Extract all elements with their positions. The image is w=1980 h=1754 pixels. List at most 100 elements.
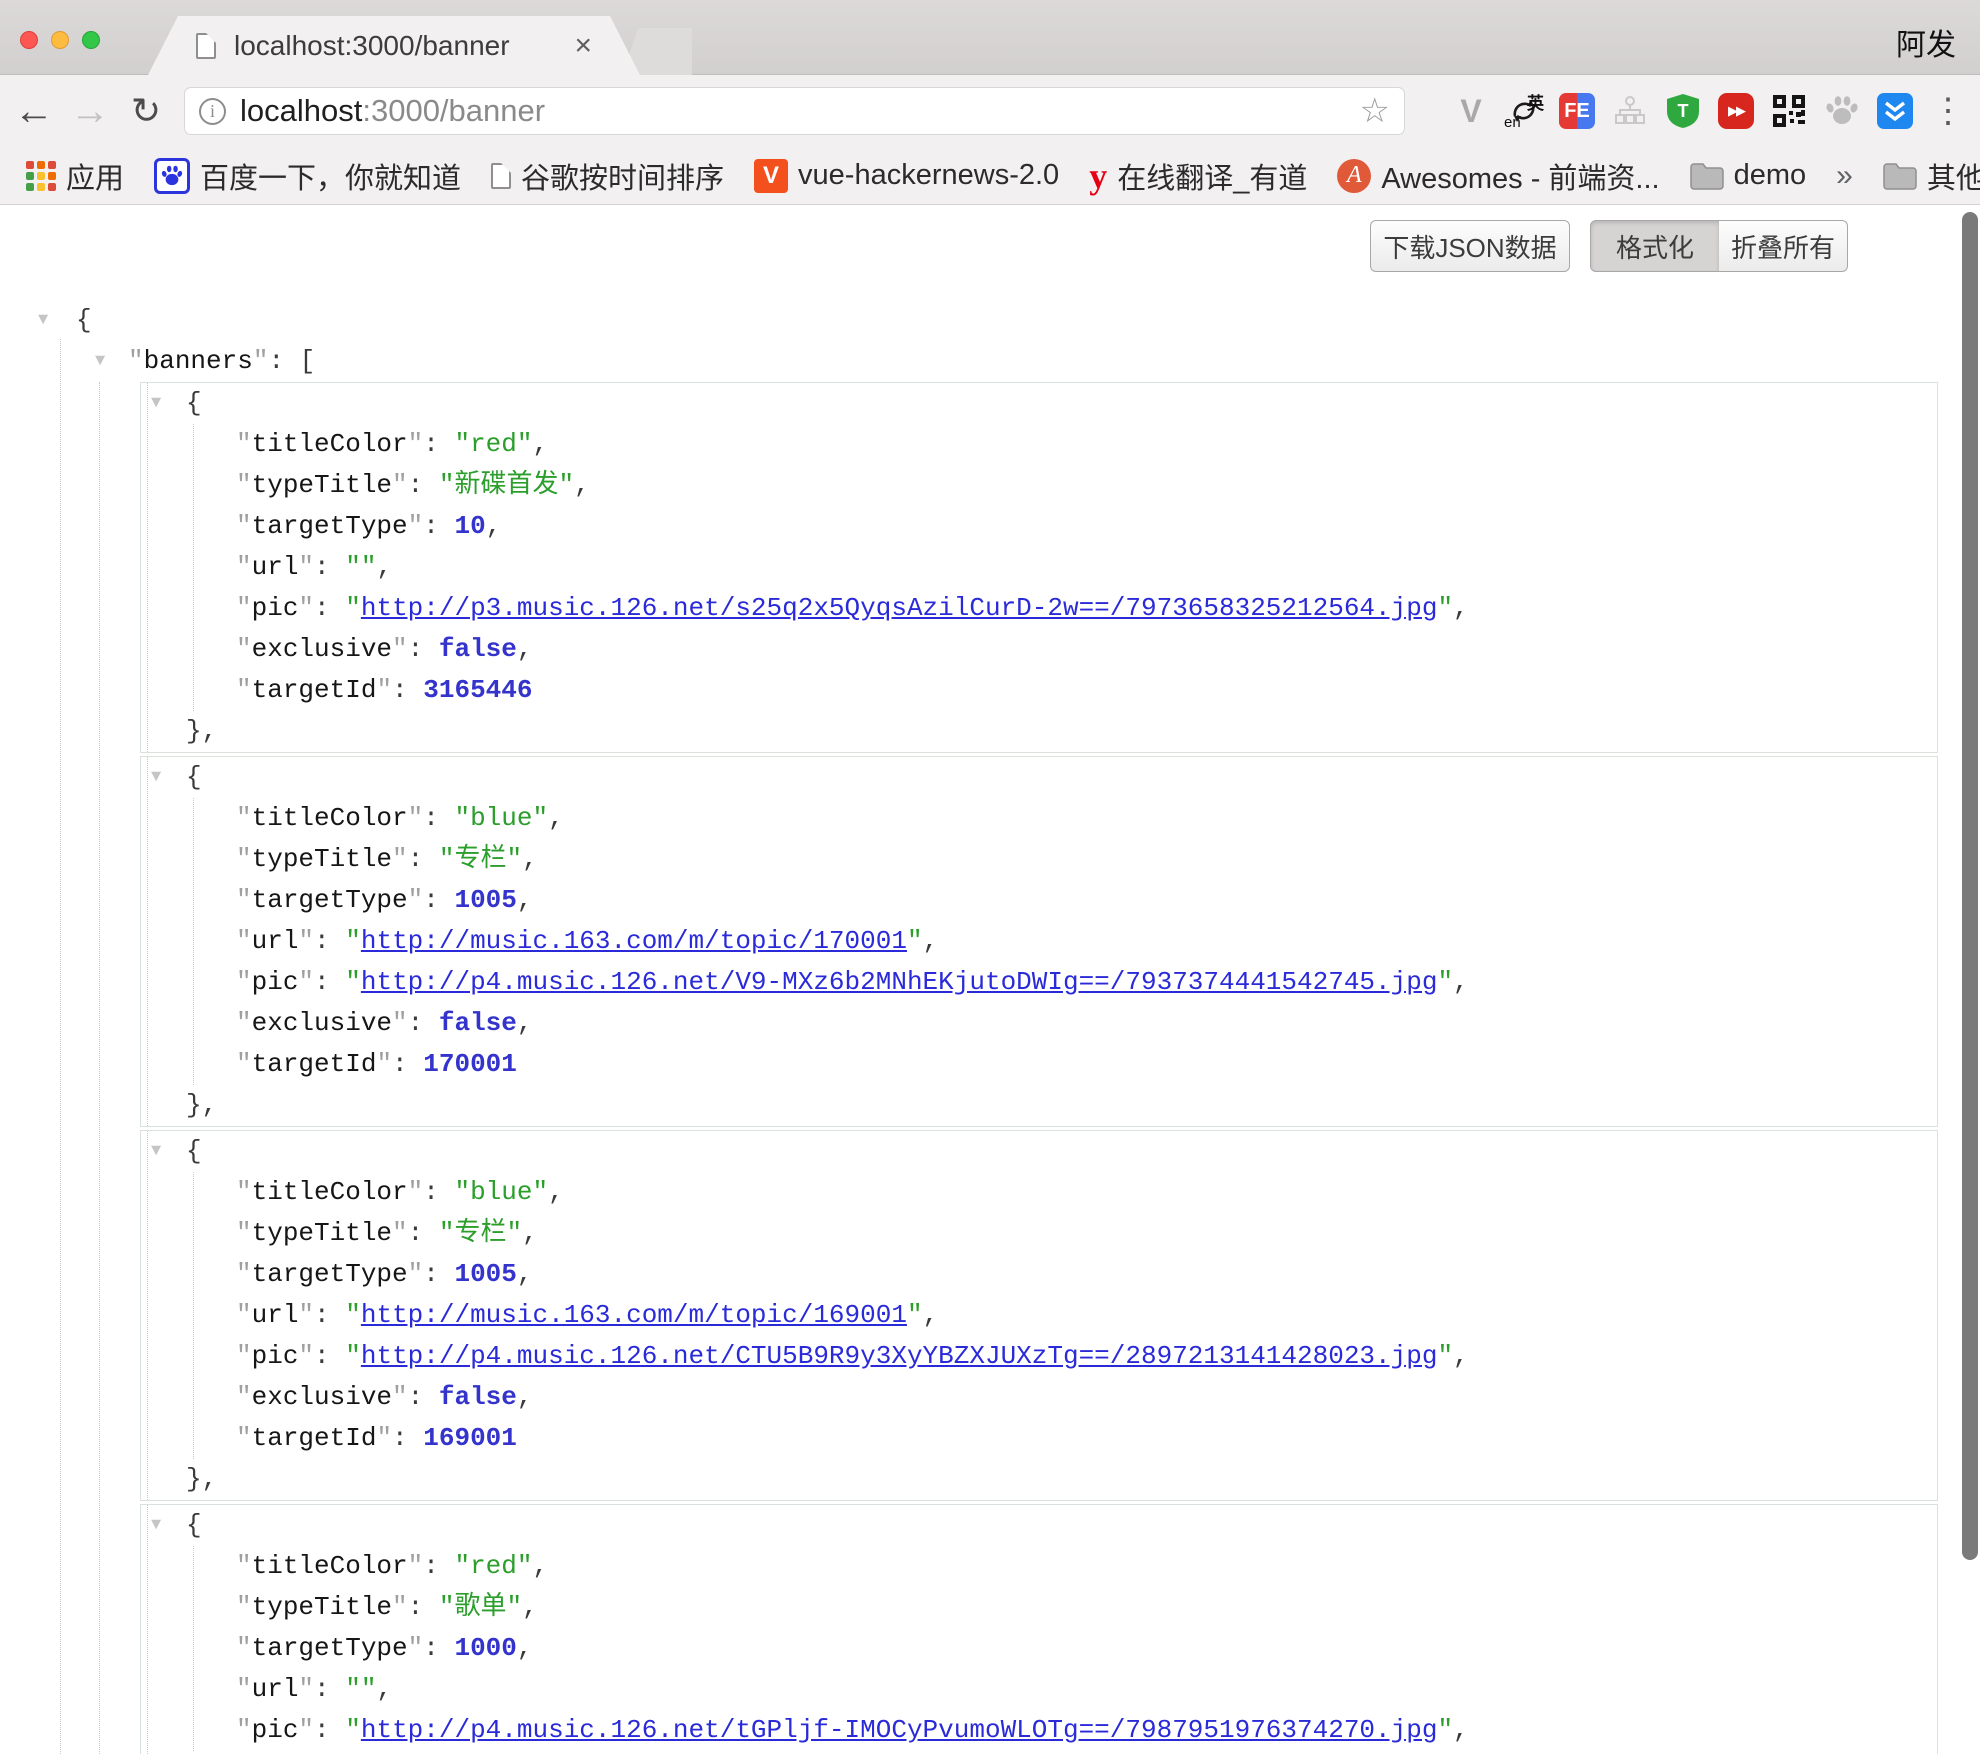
json-line-typeTitle: typeTitle新碟首发 bbox=[141, 465, 1937, 506]
bookmark-folder-demo[interactable]: demo bbox=[1690, 159, 1807, 192]
json-key: targetType bbox=[236, 511, 423, 541]
json-line-targetType: targetType 10 bbox=[141, 506, 1937, 547]
json-key: pic bbox=[236, 1341, 314, 1371]
bookmark-awesomes[interactable]: A Awesomes - 前端资... bbox=[1337, 155, 1659, 197]
sitemap-extension-icon[interactable] bbox=[1612, 93, 1648, 129]
bookmark-vue-hackernews[interactable]: V vue-hackernews-2.0 bbox=[754, 159, 1059, 193]
json-key: targetId bbox=[236, 675, 392, 705]
json-line: ▼ bbox=[141, 757, 1937, 798]
json-key: targetType bbox=[236, 885, 423, 915]
translate-en-glyph: en bbox=[1504, 114, 1521, 131]
json-key: exclusive bbox=[236, 1382, 408, 1412]
bookmark-label: Awesomes - 前端资... bbox=[1381, 155, 1659, 197]
download-manager-icon[interactable] bbox=[1877, 93, 1913, 129]
json-key: pic bbox=[236, 967, 314, 997]
json-key: typeTitle bbox=[236, 844, 408, 874]
format-button[interactable]: 格式化 bbox=[1590, 220, 1720, 272]
json-line-targetType: targetType1005 bbox=[141, 1254, 1937, 1295]
json-string-value: 歌单 bbox=[439, 1592, 522, 1622]
url-path: :3000/banner bbox=[362, 93, 545, 128]
bookmark-youdao[interactable]: y 在线翻译_有道 bbox=[1089, 155, 1307, 197]
json-key: url bbox=[236, 552, 314, 582]
bookmark-apps[interactable]: 应用 bbox=[26, 155, 124, 197]
minimize-window-button[interactable] bbox=[51, 31, 69, 49]
vertical-scrollbar[interactable] bbox=[1962, 212, 1978, 1560]
awesomes-icon: A bbox=[1337, 159, 1371, 193]
tab-localhost-banner[interactable]: localhost:3000/banner × bbox=[148, 16, 640, 75]
reload-button[interactable]: ↻ bbox=[120, 75, 172, 147]
json-array-item: ▼ titleColorred typeTitle新碟首发 targetType… bbox=[140, 382, 1938, 753]
json-array-item: ▼ titleColorred typeTitle歌单 targetType10… bbox=[140, 1504, 1938, 1754]
collapse-caret-icon[interactable]: ▼ bbox=[38, 300, 48, 341]
url-link[interactable]: http://music.163.com/m/topic/169001 bbox=[361, 1300, 907, 1330]
address-bar[interactable]: i localhost:3000/banner ☆ bbox=[184, 87, 1405, 135]
bookmark-google-sort[interactable]: 谷歌按时间排序 bbox=[491, 155, 724, 197]
json-key: typeTitle bbox=[236, 1218, 408, 1248]
close-window-button[interactable] bbox=[20, 31, 38, 49]
json-line-typeTitle: typeTitle专栏 bbox=[141, 1213, 1937, 1254]
tab-close-icon[interactable]: × bbox=[574, 31, 592, 61]
collapse-caret-icon[interactable]: ▼ bbox=[151, 383, 161, 424]
json-key: exclusive bbox=[236, 1008, 408, 1038]
tab-strip: localhost:3000/banner × 阿发 bbox=[0, 0, 1980, 75]
page-content: 下载JSON数据 格式化 折叠所有 ▼ ▼ banners ▼ titleColo… bbox=[0, 205, 1980, 1754]
json-viewer: ▼ ▼ banners ▼ titleColorred typeTitle新碟首发… bbox=[0, 205, 1980, 1754]
page-icon bbox=[196, 33, 216, 59]
collapse-caret-icon[interactable]: ▼ bbox=[151, 757, 161, 798]
json-array-item: ▼ titleColorblue typeTitle专栏 targetType1… bbox=[140, 756, 1938, 1127]
vue-devtools-icon[interactable]: V bbox=[1453, 93, 1489, 129]
collapse-caret-icon[interactable]: ▼ bbox=[151, 1505, 161, 1546]
json-line-targetId: targetId170001 bbox=[141, 1044, 1937, 1085]
json-line: ▼ bbox=[141, 1131, 1937, 1172]
json-line-typeTitle: typeTitle专栏 bbox=[141, 839, 1937, 880]
tree-guide-banners bbox=[99, 382, 100, 1754]
video-downloader-icon[interactable]: ▶▶ bbox=[1718, 93, 1754, 129]
json-line-titleColor: titleColorblue bbox=[141, 1172, 1937, 1213]
json-number-value: 10 bbox=[454, 511, 485, 541]
json-string-value: blue bbox=[454, 803, 548, 833]
forward-button[interactable]: → bbox=[64, 75, 116, 147]
tampermonkey-shield-icon[interactable]: T bbox=[1665, 93, 1701, 129]
bookmarks-right-cluster: » 其他书签 bbox=[1836, 155, 1980, 197]
json-number-value: 1005 bbox=[454, 885, 516, 915]
json-string-value: blue bbox=[454, 1177, 548, 1207]
collapse-caret-icon[interactable]: ▼ bbox=[151, 1131, 161, 1172]
back-button[interactable]: ← bbox=[8, 75, 60, 147]
pic-link[interactable]: http://p3.music.126.net/s25q2x5QyqsAzilC… bbox=[361, 593, 1438, 623]
collapse-caret-icon[interactable]: ▼ bbox=[95, 341, 105, 382]
youdao-icon: y bbox=[1089, 155, 1107, 197]
bookmark-star-icon[interactable]: ☆ bbox=[1360, 91, 1390, 131]
collapse-all-button[interactable]: 折叠所有 bbox=[1719, 220, 1848, 272]
fe-extension-icon[interactable]: FE bbox=[1559, 93, 1595, 129]
json-empty-string bbox=[345, 552, 376, 582]
pic-link[interactable]: http://p4.music.126.net/tGPljf-IMOCyPvum… bbox=[361, 1715, 1438, 1745]
bookmarks-overflow-chevron[interactable]: » bbox=[1836, 159, 1853, 193]
pic-link[interactable]: http://p4.music.126.net/V9-MXz6b2MNhEKju… bbox=[361, 967, 1438, 997]
toolbar: ← → ↻ i localhost:3000/banner ☆ V 英 en F… bbox=[0, 75, 1980, 147]
site-info-icon[interactable]: i bbox=[199, 98, 226, 125]
json-string-value: http://p4.music.126.net/tGPljf-IMOCyPvum… bbox=[345, 1715, 1453, 1745]
profile-name[interactable]: 阿发 bbox=[1896, 20, 1956, 64]
pic-link[interactable]: http://p4.music.126.net/CTU5B9R9y3XyYBZX… bbox=[361, 1341, 1438, 1371]
json-boolean-value: false bbox=[439, 1008, 517, 1038]
download-json-button[interactable]: 下载JSON数据 bbox=[1370, 220, 1570, 272]
url-link[interactable]: http://music.163.com/m/topic/170001 bbox=[361, 926, 907, 956]
paw-extension-icon[interactable] bbox=[1824, 93, 1860, 129]
zoom-window-button[interactable] bbox=[82, 31, 100, 49]
json-key: exclusive bbox=[236, 634, 408, 664]
json-key: targetType bbox=[236, 1633, 423, 1663]
json-key: pic bbox=[236, 593, 314, 623]
json-line-url: urlhttp://music.163.com/m/topic/170001 bbox=[141, 921, 1937, 962]
json-number-value: 3165446 bbox=[423, 675, 532, 705]
bookmark-baidu[interactable]: 百度一下，你就知道 bbox=[154, 155, 461, 197]
json-line-titleColor: titleColorred bbox=[141, 1546, 1937, 1587]
json-string-value: http://p3.music.126.net/s25q2x5QyqsAzilC… bbox=[345, 593, 1453, 623]
bookmark-label: 在线翻译_有道 bbox=[1117, 155, 1307, 197]
json-key: titleColor bbox=[236, 429, 423, 459]
json-line-pic: pic http://p4.music.126.net/V9-MXz6b2MNhE… bbox=[141, 962, 1937, 1003]
qr-code-icon[interactable] bbox=[1771, 93, 1807, 129]
json-key: banners bbox=[128, 346, 268, 376]
bookmark-folder-others[interactable]: 其他书签 bbox=[1883, 155, 1980, 197]
chrome-menu-icon[interactable]: ⋮ bbox=[1930, 93, 1966, 129]
translate-extension-icon[interactable]: 英 en bbox=[1506, 93, 1542, 129]
